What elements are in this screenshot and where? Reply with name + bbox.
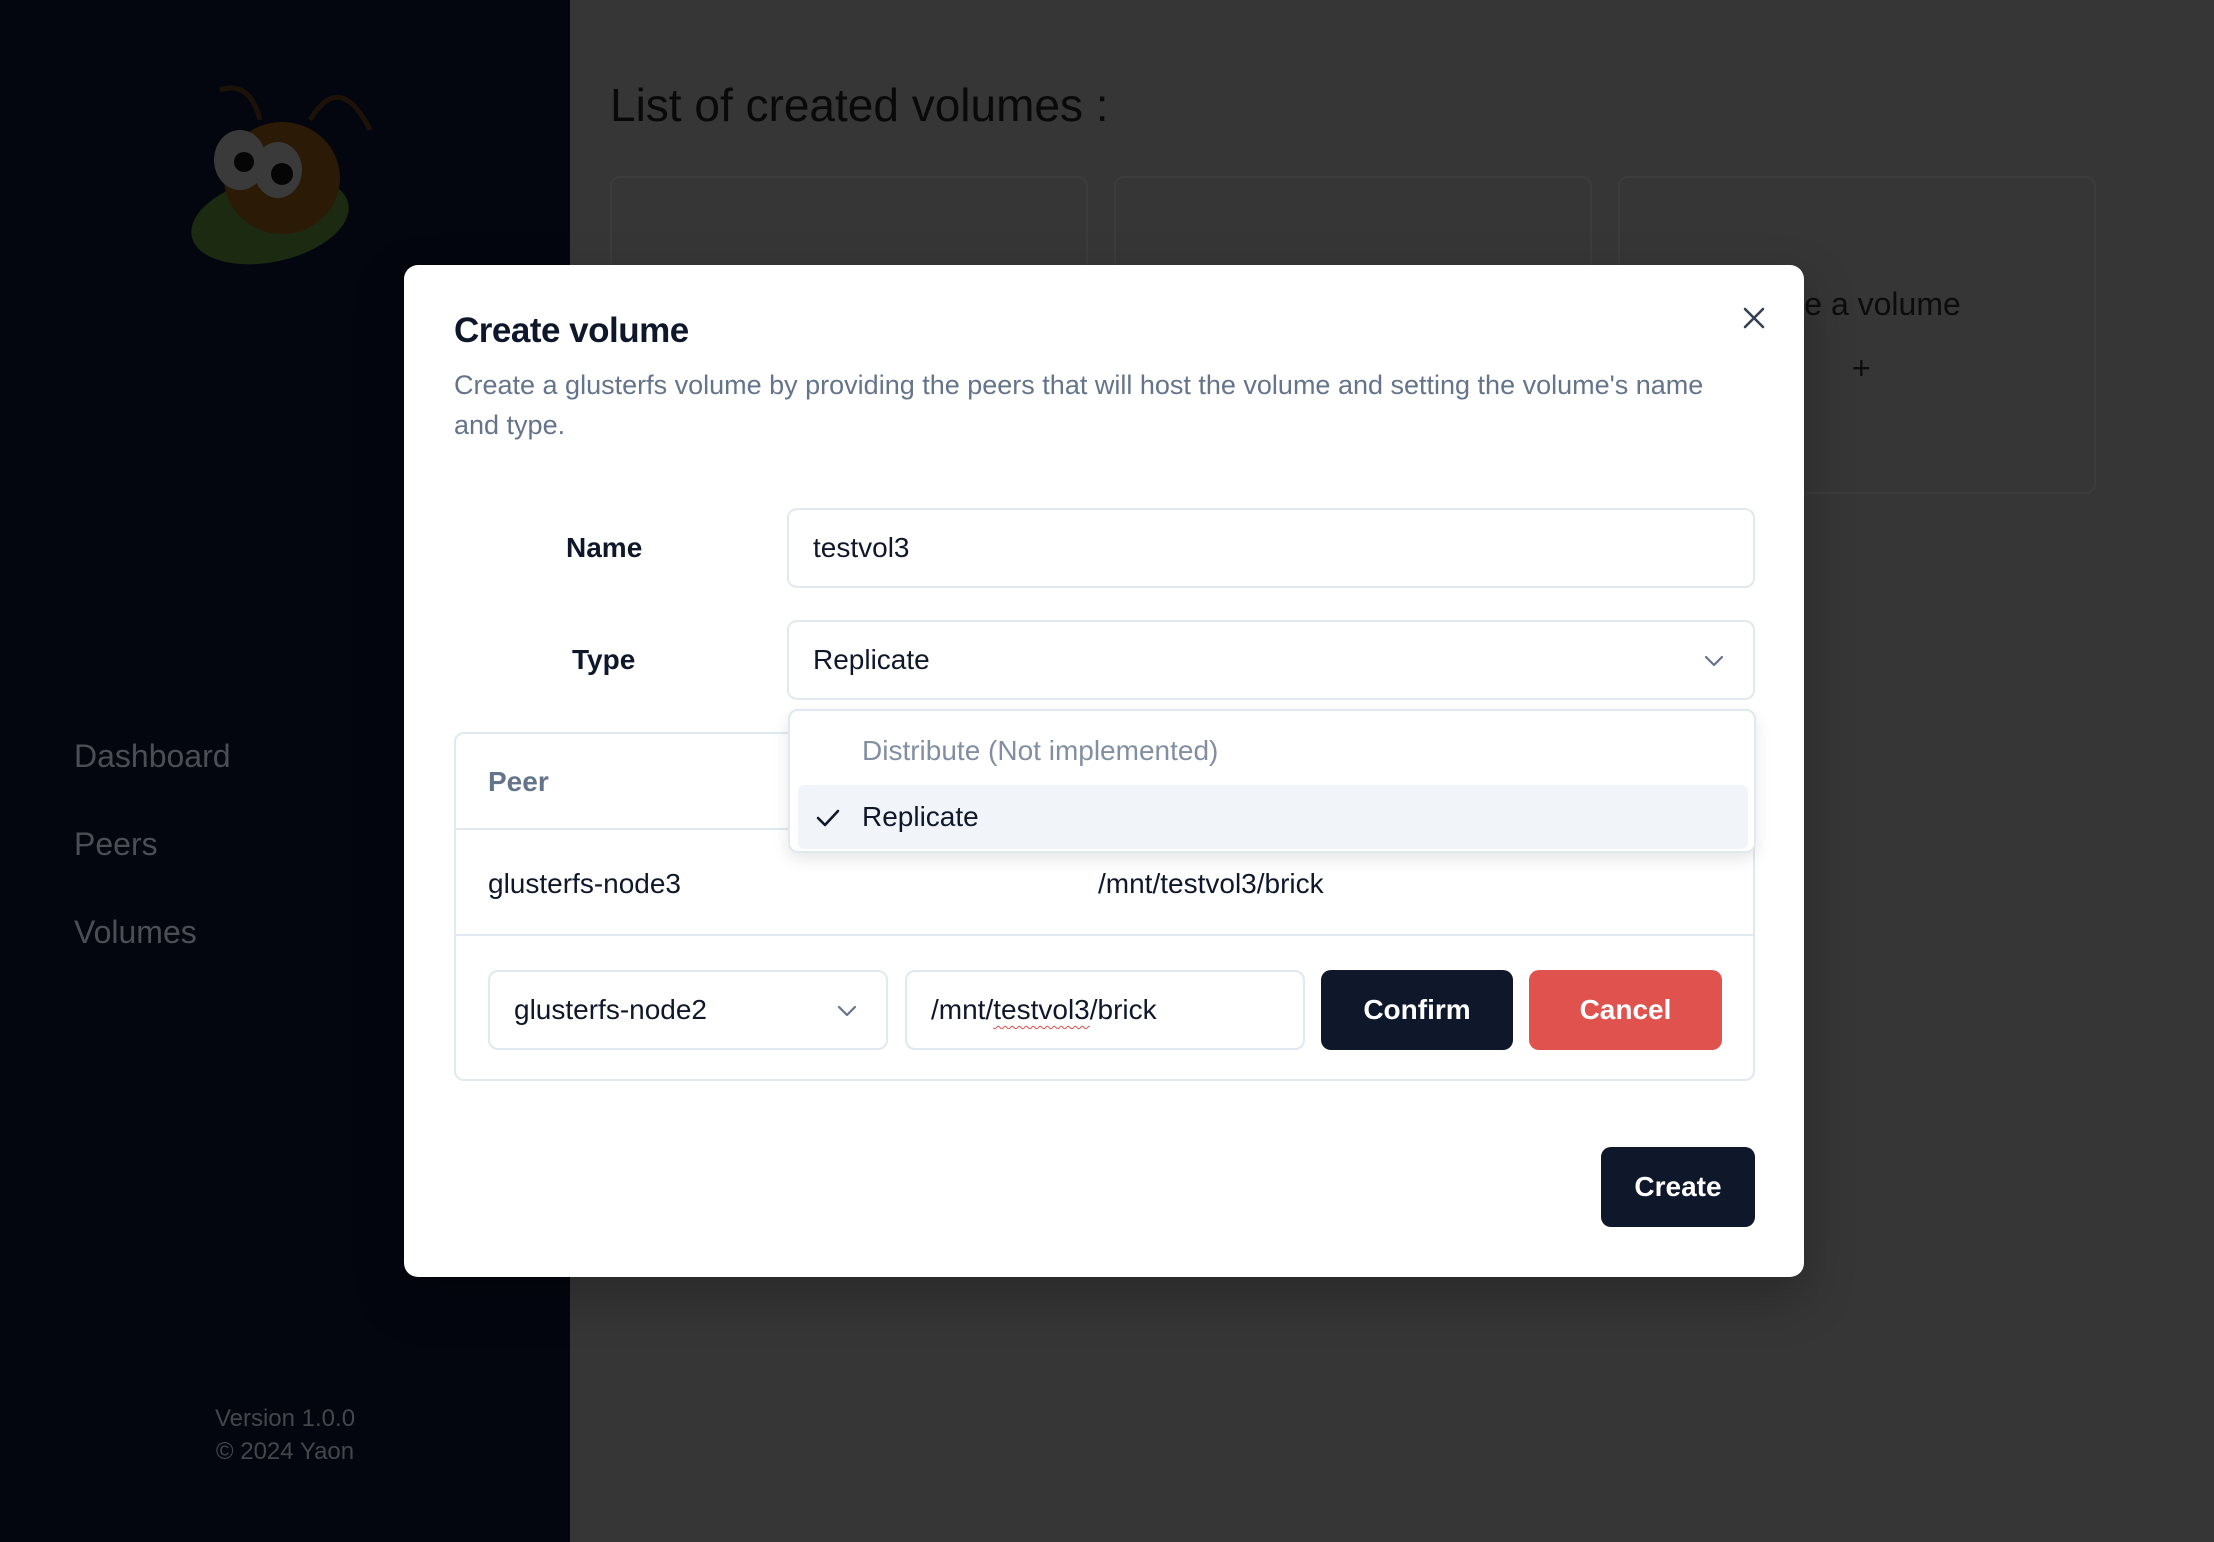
brick-path-prefix: /mnt/: [931, 994, 994, 1025]
volume-type-select[interactable]: Replicate: [787, 620, 1755, 700]
brick-path-misspelled: testvol3: [993, 994, 1090, 1025]
dialog-title: Create volume: [454, 311, 689, 350]
peer-cell: glusterfs-node3: [488, 868, 682, 899]
volume-name-value: testvol3: [813, 532, 910, 563]
cancel-button[interactable]: Cancel: [1529, 970, 1722, 1050]
plus-icon: +: [1852, 350, 1871, 386]
sidebar-item-dashboard[interactable]: Dashboard: [74, 738, 231, 775]
sidebar-item-peers[interactable]: Peers: [74, 826, 158, 863]
type-label: Type: [572, 644, 636, 675]
brick-path-input[interactable]: /mnt/testvol3/brick: [905, 970, 1305, 1050]
chevron-down-icon: [837, 1005, 857, 1017]
type-option-distribute: Distribute (Not implemented): [798, 719, 1748, 783]
copyright-text: © 2024 Yaon: [215, 1438, 355, 1465]
sidebar-footer: Version 1.0.0 © 2024 Yaon: [0, 1402, 570, 1468]
type-option-replicate[interactable]: Replicate: [798, 785, 1748, 849]
type-option-label: Distribute (Not implemented): [862, 735, 1219, 766]
peer-select-value: glusterfs-node2: [514, 994, 708, 1025]
brick-path-cell: /mnt/testvol3/brick: [1098, 868, 1324, 899]
close-icon[interactable]: [1736, 300, 1772, 336]
type-option-label: Replicate: [862, 801, 979, 832]
sidebar-item-volumes[interactable]: Volumes: [74, 914, 197, 951]
ant-logo-icon: [191, 85, 373, 265]
peer-edit-row: glusterfs-node2 /mnt/testvol3/brick Conf…: [456, 936, 1753, 1081]
version-text: Version 1.0.0: [214, 1405, 356, 1432]
brick-path-suffix: /brick: [1089, 994, 1157, 1025]
confirm-button[interactable]: Confirm: [1321, 970, 1513, 1050]
create-volume-dialog: Create volume Create a glusterfs volume …: [404, 265, 1804, 1277]
volume-name-input[interactable]: testvol3: [787, 508, 1755, 588]
chevron-down-icon: [1704, 655, 1724, 667]
peer-column-header: Peer: [488, 766, 549, 797]
volume-type-value: Replicate: [813, 644, 930, 675]
page-title: List of created volumes :: [610, 79, 1109, 131]
volume-type-dropdown: Distribute (Not implemented) Replicate: [788, 709, 1756, 853]
peer-select[interactable]: glusterfs-node2: [488, 970, 888, 1050]
dialog-description: Create a glusterfs volume by providing t…: [454, 370, 1704, 440]
check-icon: [816, 809, 840, 827]
name-label: Name: [566, 532, 643, 563]
create-button[interactable]: Create: [1601, 1147, 1755, 1227]
